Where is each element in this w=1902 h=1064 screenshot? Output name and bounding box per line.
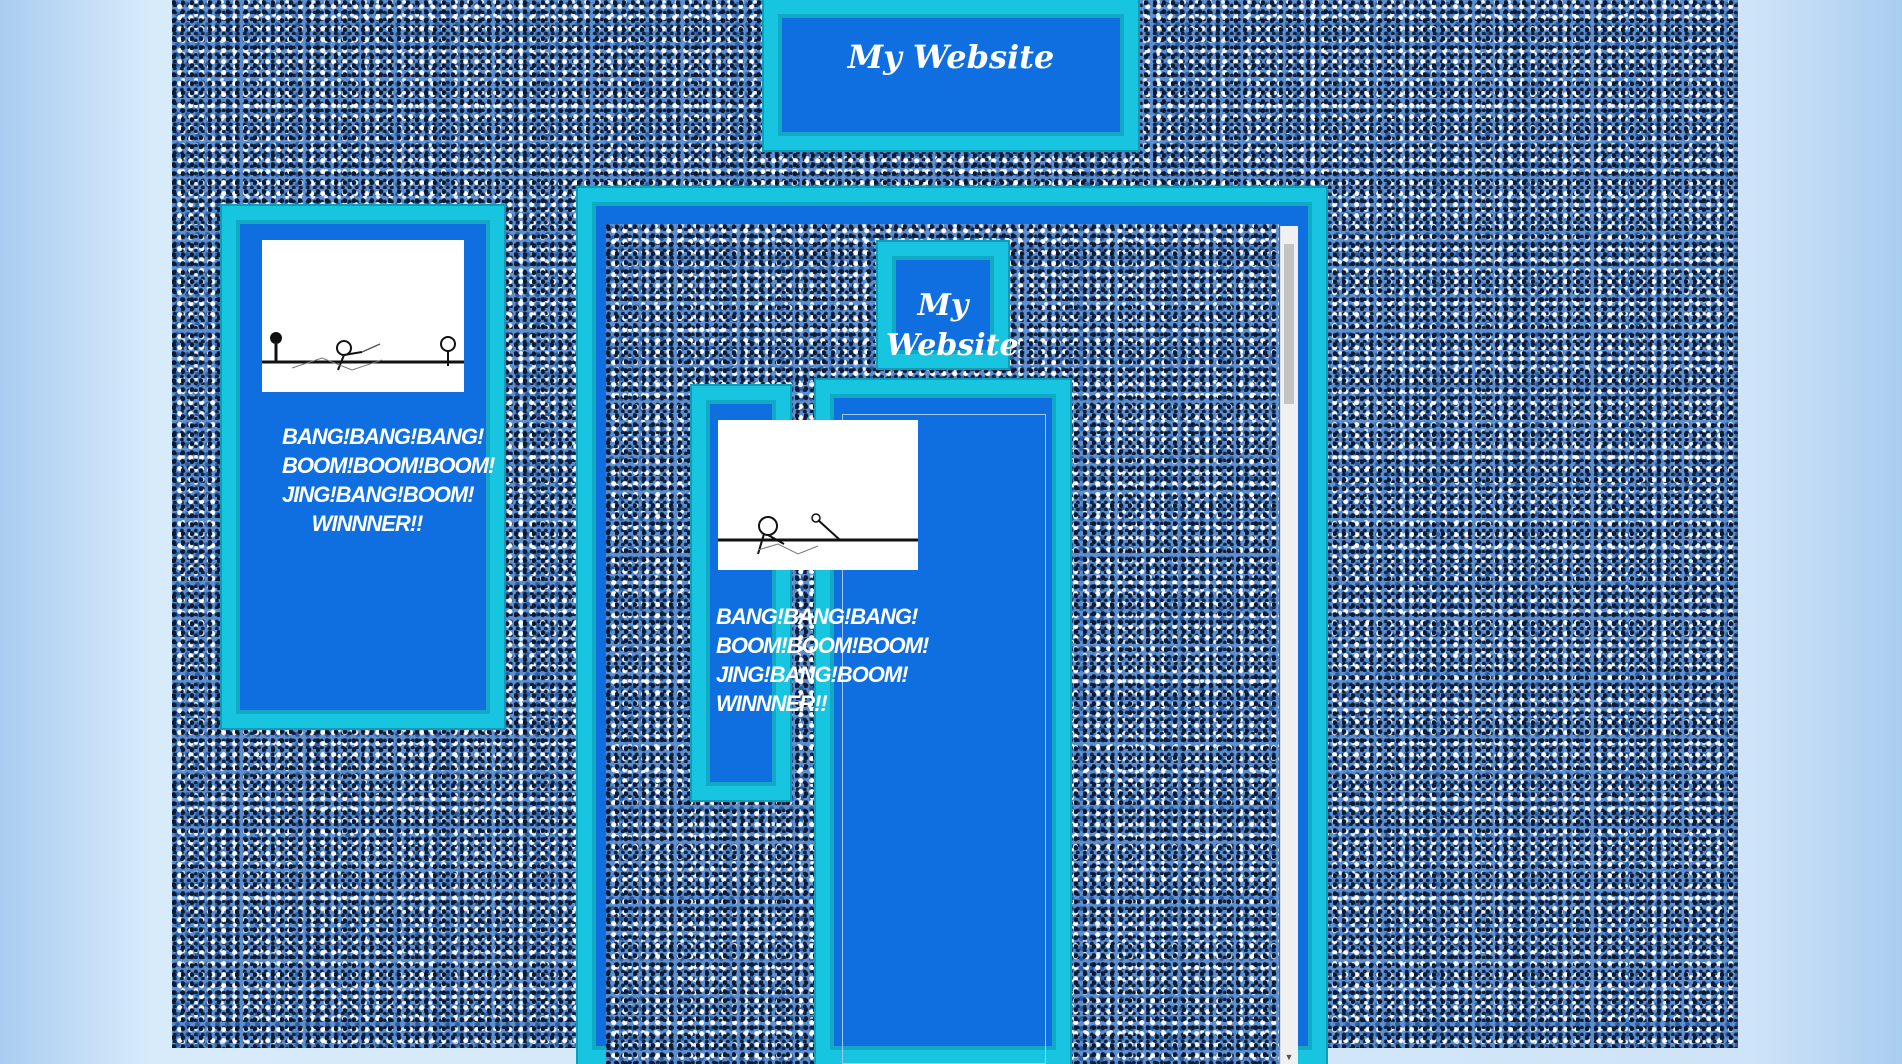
embedded-caption: BANG!BANG!BANG! BOOM!BOOM!BOOM! JING!BAN… [716,602,929,718]
caption-line: BOOM!BOOM!BOOM! [716,633,929,658]
stickfigure-image [262,240,464,392]
caption-line: BANG!BANG!BANG! [282,424,484,449]
caption-line: WINNNER!! [716,691,828,716]
embedded-site-title: My Website [886,288,1019,363]
caption-line: BOOM!BOOM!BOOM! [282,453,495,478]
site-title: My Website [847,38,1055,76]
left-caption: BANG!BANG!BANG! BOOM!BOOM!BOOM! JING!BAN… [282,422,495,538]
scroll-down-arrow-icon[interactable]: ▼ [1284,1052,1294,1064]
caption-line: WINNNER!! [311,511,424,536]
scrollbar-thumb[interactable] [1284,244,1294,404]
caption-line: JING!BANG!BOOM! [716,662,909,687]
caption-line: BANG!BANG!BANG! [716,604,918,629]
embedded-stickfigure-image [718,420,918,570]
caption-line: JING!BANG!BOOM! [282,482,475,507]
